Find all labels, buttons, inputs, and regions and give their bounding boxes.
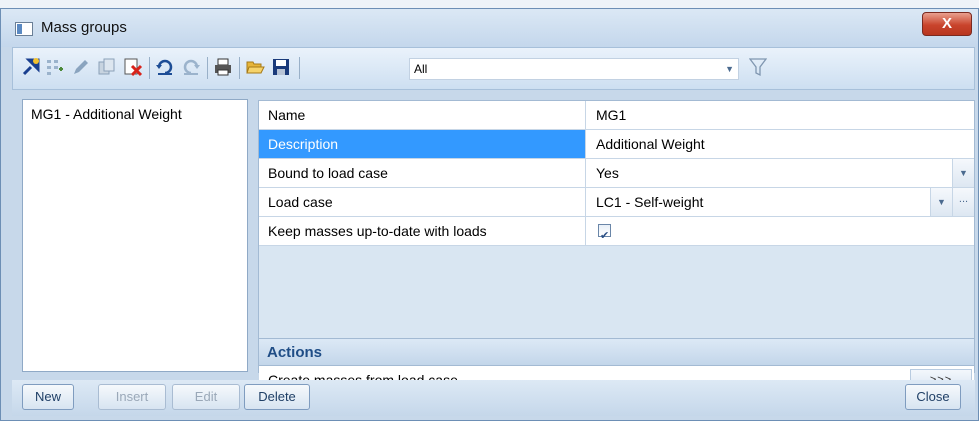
load-case-select[interactable]: LC1 - Self-weight ▼ ... (586, 188, 974, 216)
keep-masses-cell (586, 217, 974, 250)
print-icon[interactable] (213, 57, 233, 77)
property-row-keep-masses[interactable]: Keep masses up-to-date with loads (259, 217, 974, 250)
toolbar-separator (299, 57, 300, 79)
bound-to-load-case-select[interactable]: Yes ▼ (586, 159, 974, 187)
filter-funnel-icon[interactable] (748, 57, 768, 77)
chevron-down-icon[interactable]: ▼ (952, 159, 974, 187)
property-row-load-case[interactable]: Load case LC1 - Self-weight ▼ ... (259, 188, 974, 217)
property-row-description[interactable]: Description Additional Weight (259, 130, 974, 159)
grid-empty-area (259, 246, 974, 338)
save-icon[interactable] (271, 57, 291, 77)
copy-icon[interactable] (97, 57, 117, 77)
toolbar-separator (149, 57, 150, 79)
select-value: Yes (596, 165, 619, 181)
redo-icon[interactable] (181, 57, 201, 77)
filter-value: All (414, 62, 428, 76)
title-bar[interactable]: Mass groups X (1, 9, 978, 47)
new-button[interactable]: New (22, 384, 74, 410)
undo-icon[interactable] (155, 57, 175, 77)
chevron-down-icon[interactable]: ▼ (725, 59, 734, 79)
property-label: Load case (259, 188, 586, 216)
background-strip (0, 0, 979, 8)
close-window-button[interactable]: X (922, 12, 972, 36)
toolbar: All ▼ (12, 47, 975, 90)
open-icon[interactable] (245, 57, 265, 77)
insert-button[interactable]: Insert (98, 384, 166, 410)
window-title: Mass groups (41, 19, 127, 36)
property-row-bound[interactable]: Bound to load case Yes ▼ (259, 159, 974, 188)
property-label: Name (259, 101, 586, 129)
mass-group-list[interactable]: MG1 - Additional Weight (22, 99, 248, 372)
toolbar-separator (239, 57, 240, 79)
edit-icon[interactable] (71, 57, 91, 77)
delete-button[interactable]: Delete (244, 384, 310, 410)
new-item-icon[interactable] (21, 57, 41, 77)
insert-icon[interactable] (45, 57, 65, 77)
keep-masses-checkbox[interactable] (598, 222, 611, 250)
window-icon (15, 22, 33, 36)
property-label: Keep masses up-to-date with loads (259, 217, 586, 245)
description-field[interactable]: Additional Weight (586, 130, 974, 158)
actions-header: Actions (259, 338, 974, 366)
property-row-name[interactable]: Name MG1 (259, 101, 974, 130)
bottom-button-bar: New Insert Edit Delete Close (12, 380, 975, 416)
select-value: LC1 - Self-weight (596, 194, 704, 210)
property-label: Description (259, 130, 586, 158)
edit-button[interactable]: Edit (172, 384, 240, 410)
filter-combobox[interactable]: All ▼ (409, 58, 739, 80)
delete-icon[interactable] (123, 57, 143, 77)
property-label: Bound to load case (259, 159, 586, 187)
chevron-down-icon[interactable]: ▼ (930, 188, 952, 216)
property-grid: Name MG1 Description Additional Weight B… (258, 100, 975, 394)
close-button[interactable]: Close (905, 384, 961, 410)
toolbar-separator (207, 57, 208, 79)
ellipsis-button[interactable]: ... (952, 188, 974, 216)
name-field[interactable]: MG1 (586, 101, 974, 129)
list-item[interactable]: MG1 - Additional Weight (31, 106, 182, 122)
